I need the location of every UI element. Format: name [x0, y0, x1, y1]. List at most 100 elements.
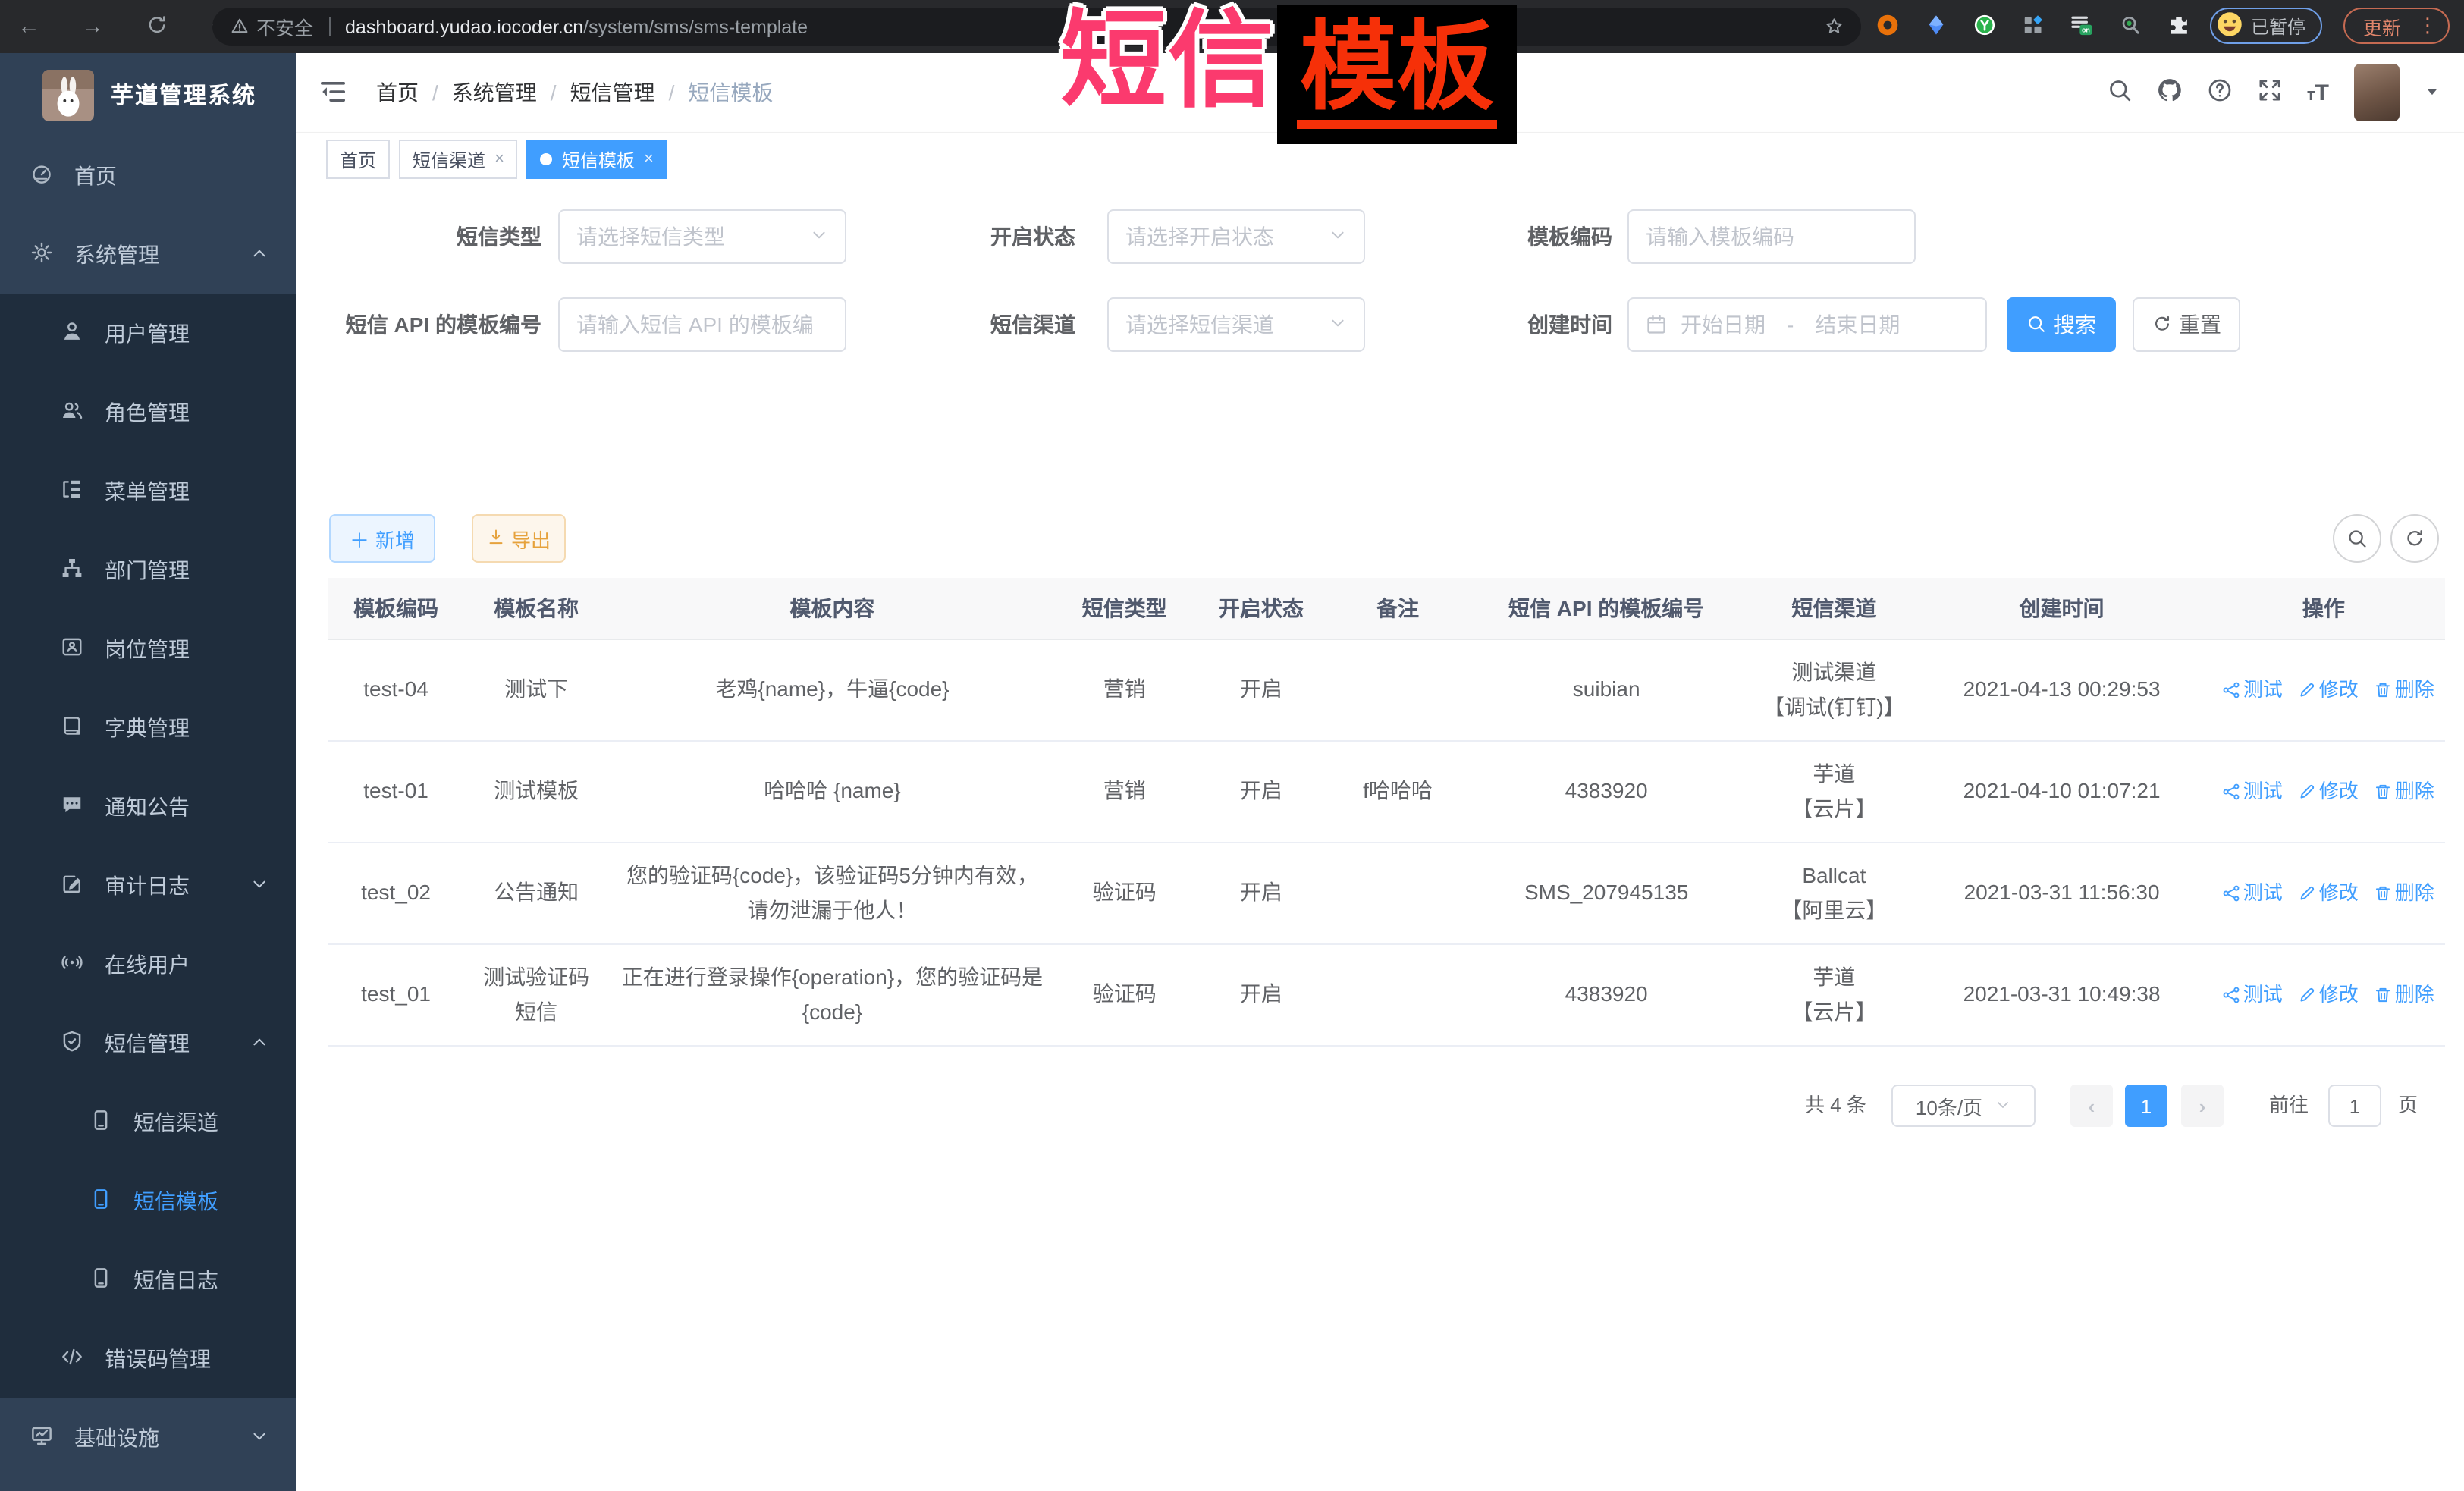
cell-channel: Ballcat【阿里云】	[1747, 843, 1921, 944]
sidebar-item-dict-management[interactable]: 字典管理	[0, 689, 296, 767]
sidebar-item-system-management[interactable]: 系统管理	[0, 215, 296, 294]
close-icon[interactable]: ×	[644, 150, 654, 168]
op-delete-link[interactable]: 删除	[2374, 984, 2434, 1006]
breadcrumb-item[interactable]: 系统管理	[452, 77, 537, 108]
back-icon[interactable]: ←	[15, 14, 42, 39]
chevron-down-icon	[1995, 1096, 2011, 1115]
search-button[interactable]: 搜索	[2007, 297, 2116, 352]
goto-page-input[interactable]	[2328, 1085, 2381, 1127]
next-page-button[interactable]: ›	[2181, 1085, 2224, 1127]
tab-home[interactable]: 首页	[326, 140, 390, 179]
prev-page-button[interactable]: ‹	[2070, 1085, 2113, 1127]
op-edit-link[interactable]: 修改	[2298, 882, 2359, 905]
sidebar-item-dept-management[interactable]: 部门管理	[0, 531, 296, 610]
status-select[interactable]: 请选择开启状态	[1107, 209, 1365, 264]
cell-api-template-id: SMS_207945135	[1466, 843, 1747, 944]
cell-remark	[1329, 843, 1466, 944]
export-button[interactable]: 导出	[472, 514, 566, 563]
caret-down-icon[interactable]	[2423, 83, 2440, 102]
question-icon[interactable]	[2207, 77, 2233, 108]
op-test-link[interactable]: 测试	[2222, 780, 2283, 803]
cell-sms-type: 验证码	[1056, 843, 1193, 944]
tab-label: 首页	[340, 146, 376, 172]
sidebar-item-sms-template[interactable]: 短信模板	[0, 1162, 296, 1241]
op-edit-link[interactable]: 修改	[2298, 984, 2359, 1006]
blue-kite-extension-icon[interactable]	[1925, 14, 1948, 39]
signal-icon	[59, 952, 83, 978]
fullscreen-icon[interactable]	[2257, 77, 2283, 108]
sidebar-item-notice-announcement[interactable]: 通知公告	[0, 767, 296, 846]
puzzle-icon[interactable]	[2167, 14, 2190, 39]
phone-icon	[88, 1267, 112, 1293]
channel-select[interactable]: 请选择短信渠道	[1107, 297, 1365, 352]
op-delete-link[interactable]: 删除	[2374, 780, 2434, 803]
breadcrumb-item[interactable]: 短信管理	[570, 77, 655, 108]
template-code-input[interactable]	[1627, 209, 1916, 264]
browser-menu-icon[interactable]: ⋮	[2418, 14, 2437, 38]
reset-button[interactable]: 重置	[2133, 297, 2240, 352]
orange-ring-extension-icon[interactable]	[1876, 14, 1899, 39]
bookmark-star-icon[interactable]	[1824, 16, 1843, 37]
column-header: 操作	[2202, 578, 2445, 639]
sidebar-item-post-management[interactable]: 岗位管理	[0, 610, 296, 689]
sidebar-item-user-management[interactable]: 用户管理	[0, 294, 296, 373]
pen-icon	[2298, 680, 2316, 702]
browser-update-button[interactable]: 更新 ⋮	[2343, 8, 2450, 44]
breadcrumb-item[interactable]: 首页	[376, 77, 419, 108]
sidebar-item-menu-management[interactable]: 菜单管理	[0, 452, 296, 531]
address-bar[interactable]: 不安全 dashboard.yudao.iocoder.cn/system/sm…	[212, 8, 1861, 46]
op-test-link[interactable]: 测试	[2222, 882, 2283, 905]
create-time-range-picker[interactable]: 开始日期 - 结束日期	[1627, 297, 1987, 352]
api-template-id-input[interactable]	[558, 297, 846, 352]
op-delete-link[interactable]: 删除	[2374, 679, 2434, 702]
sidebar-item-online-users[interactable]: 在线用户	[0, 925, 296, 1004]
book-icon	[59, 715, 83, 741]
page-size-select[interactable]: 10条/页	[1891, 1085, 2036, 1127]
op-test-link[interactable]: 测试	[2222, 679, 2283, 702]
add-button[interactable]: ＋新增	[329, 514, 435, 563]
active-tab-dot	[541, 153, 553, 165]
sidebar-item-audit-log[interactable]: 审计日志	[0, 846, 296, 925]
user-avatar[interactable]	[2353, 64, 2399, 121]
share-icon	[2222, 680, 2240, 702]
github-icon[interactable]	[2157, 77, 2183, 108]
scope-extension-icon[interactable]	[2119, 14, 2142, 39]
op-edit-link[interactable]: 修改	[2298, 780, 2359, 803]
cell-create-time: 2021-04-13 00:29:53	[1921, 639, 2202, 741]
sidebar-item-role-management[interactable]: 角色管理	[0, 373, 296, 452]
op-delete-link[interactable]: 删除	[2374, 882, 2434, 905]
sms-type-select[interactable]: 请选择短信类型	[558, 209, 846, 264]
list-on-extension-icon[interactable]: on	[2070, 14, 2093, 39]
app-logo[interactable]: 芋道管理系统	[0, 53, 296, 137]
sidebar-collapse-icon[interactable]	[319, 77, 347, 111]
tab-sms-channel[interactable]: 短信渠道×	[399, 140, 518, 179]
org-icon	[59, 557, 83, 583]
template-code-label: 模板编码	[1430, 209, 1612, 264]
sidebar-item-sms-channel[interactable]: 短信渠道	[0, 1083, 296, 1162]
op-edit-link[interactable]: 修改	[2298, 679, 2359, 702]
sidebar-item-sms-management[interactable]: 短信管理	[0, 1004, 296, 1083]
green-y-extension-icon[interactable]	[1973, 14, 1996, 39]
profile-paused-badge[interactable]: 已暂停	[2210, 8, 2322, 44]
sidebar-item-home[interactable]: 首页	[0, 137, 296, 215]
sidebar-item-sms-log[interactable]: 短信日志	[0, 1241, 296, 1320]
share-icon	[2222, 985, 2240, 1006]
users-icon	[59, 400, 83, 425]
sidebar-item-error-code-management[interactable]: 错误码管理	[0, 1320, 296, 1398]
font-size-icon[interactable]: тT	[2307, 80, 2329, 105]
sidebar-item-label: 短信日志	[133, 1265, 218, 1295]
forward-icon[interactable]: →	[79, 14, 106, 39]
close-icon[interactable]: ×	[494, 150, 504, 168]
tab-sms-template[interactable]: 短信模板×	[527, 140, 667, 179]
reload-icon[interactable]	[143, 14, 170, 39]
op-test-link[interactable]: 测试	[2222, 984, 2283, 1006]
sidebar-item-infrastructure[interactable]: 基础设施	[0, 1398, 296, 1477]
show-search-toggle-button[interactable]	[2333, 514, 2381, 563]
sms-template-table: 模板编码模板名称模板内容短信类型开启状态备注短信 API 的模板编号短信渠道创建…	[328, 578, 2445, 1047]
page-number-button[interactable]: 1	[2125, 1085, 2167, 1127]
grid-extension-icon[interactable]	[2022, 14, 2045, 39]
sidebar-item-label: 通知公告	[105, 792, 190, 822]
refresh-table-button[interactable]	[2390, 514, 2439, 563]
search-icon[interactable]	[2107, 77, 2133, 108]
sms-type-label: 短信类型	[344, 209, 541, 264]
